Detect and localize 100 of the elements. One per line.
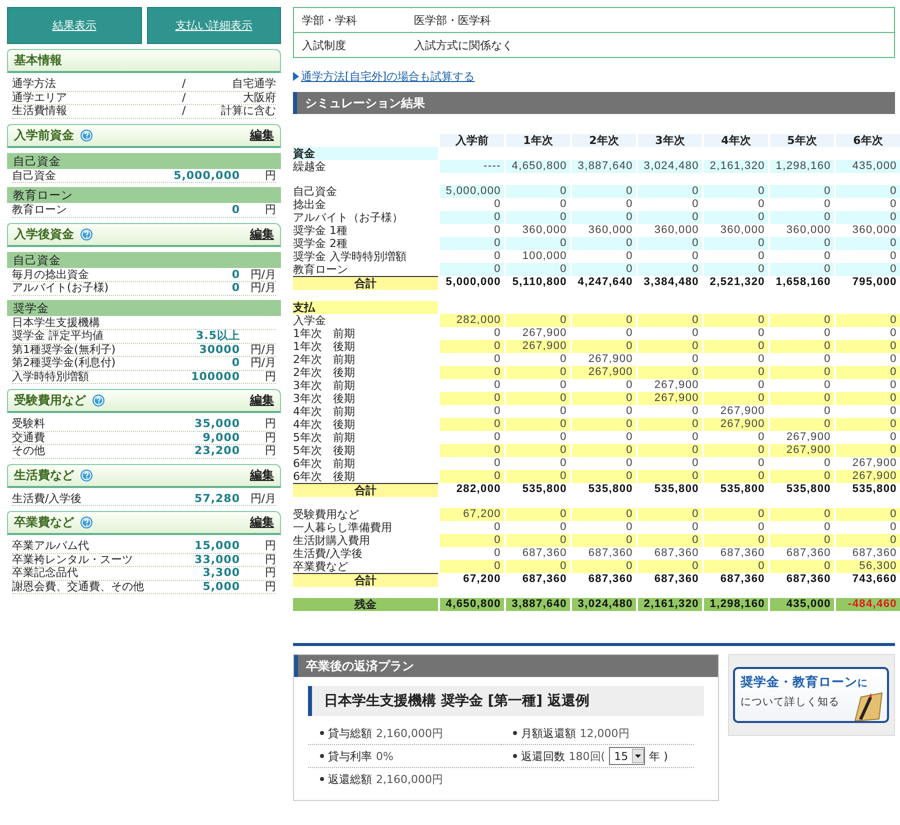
total-label: 合計 (293, 573, 438, 587)
help-icon[interactable] (80, 128, 93, 142)
row-label: 4年次 前期 (293, 405, 356, 418)
table-cell: 3,887,640 (572, 160, 636, 173)
bullet-icon (512, 731, 517, 735)
table-cell: 267,900 (836, 470, 900, 483)
table-cell-text: 0 (559, 353, 568, 366)
row-label: 入学金 (293, 314, 327, 327)
alt-calc-link[interactable]: 通学方法[自宅外]の場合も試算する (301, 69, 475, 84)
table-cell: 0 (572, 263, 636, 276)
total-cell-text: 3,384,480 (642, 276, 700, 290)
table-cell-text: 0 (757, 198, 766, 211)
edit-link[interactable]: 編集 (250, 514, 274, 531)
table-cell-text: 0 (757, 353, 766, 366)
table-cell: 0 (704, 314, 768, 327)
unit-label: 円/月 (250, 268, 276, 280)
edit-link[interactable]: 編集 (250, 226, 274, 242)
unit-label: 円 (265, 552, 276, 566)
row-label: 1年次 前期 (293, 327, 356, 340)
table-cell: 1,298,160 (770, 160, 834, 173)
balance-cell: 4,650,800 (440, 598, 504, 611)
total-cell-text: 535,800 (653, 483, 700, 497)
table-cell: 0 (506, 560, 570, 573)
table-cell: 0 (770, 470, 834, 483)
help-icon[interactable] (92, 394, 105, 407)
result-button[interactable]: 結果表示 (7, 7, 142, 44)
table-cell-text: 0 (889, 521, 898, 534)
help-icon[interactable] (80, 516, 93, 529)
subheading: 自己資金 (7, 252, 281, 268)
item-value: 57,280 (194, 492, 240, 504)
table-cell-text: 360,000 (521, 224, 568, 237)
table-cell-text: 0 (823, 457, 832, 470)
table-cell: 4,650,800 (506, 160, 570, 173)
plan-value: 0% (376, 750, 394, 762)
item-value: 3.5以上 (196, 329, 240, 342)
row-label: 生活費/入学後 (293, 547, 364, 560)
row-label: 卒業費など (293, 560, 349, 573)
table-cell: 0 (836, 366, 900, 379)
table-cell-text: 0 (823, 353, 832, 366)
row-label: 6年次 前期 (293, 457, 356, 470)
unit-label: 円/月 (250, 492, 276, 504)
table-cell-text: 0 (823, 379, 832, 392)
table-cell: 0 (638, 340, 702, 353)
item-label: 奨学金 評定平均値 (12, 330, 104, 342)
years-select[interactable]: 15 (609, 747, 646, 765)
table-cell: 0 (836, 534, 900, 547)
dropdown-icon (632, 749, 644, 763)
table-cell-text: 0 (493, 198, 502, 211)
help-icon[interactable] (80, 228, 93, 240)
row-label: 5年次 前期 (293, 431, 356, 444)
result-button[interactable]: 支払い詳細表示 (146, 7, 281, 44)
table-cell: 0 (704, 560, 768, 573)
row-label: 3年次 前期 (293, 379, 356, 392)
edit-link[interactable]: 編集 (250, 392, 274, 409)
unit-label: 円 (265, 370, 276, 382)
column-header: 入学前 (440, 134, 504, 147)
table-cell: 0 (770, 185, 834, 198)
table-cell: 0 (770, 418, 834, 431)
table-cell: 0 (506, 470, 570, 483)
table-cell: 0 (704, 444, 768, 457)
total-cell-text: 743,660 (851, 573, 898, 587)
table-cell-text: 0 (691, 457, 700, 470)
total-cell-text: 5,000,000 (444, 276, 502, 290)
help-icon[interactable] (80, 468, 93, 482)
table-cell: 0 (572, 237, 636, 250)
table-cell: 0 (506, 314, 570, 327)
unit-label: 円 (265, 580, 276, 592)
table-cell-text: 687,360 (785, 547, 832, 560)
table-cell-text: 0 (493, 379, 502, 392)
table-cell: 0 (440, 340, 504, 353)
table-cell: 3,024,480 (638, 160, 702, 173)
table-cell-text: 360,000 (653, 224, 700, 237)
unit-label: 円 (265, 566, 276, 579)
plan-value: 180回( (568, 748, 606, 764)
table-cell: 2,161,320 (704, 160, 768, 173)
row-label: 教育ローン (293, 263, 349, 276)
edit-link[interactable]: 編集 (250, 126, 274, 144)
edit-link[interactable]: 編集 (250, 466, 274, 484)
table-cell: 0 (440, 470, 504, 483)
balance-cell: 2,161,320 (638, 598, 702, 611)
section-title: 受験費用など (14, 392, 86, 409)
table-cell: 0 (770, 534, 834, 547)
table-cell: 0 (638, 560, 702, 573)
bullet-icon (320, 731, 324, 735)
table-cell: 267,900 (770, 444, 834, 457)
item-label: 第2種奨学金(利息付) (12, 357, 117, 370)
table-cell: 0 (638, 470, 702, 483)
table-cell-text: 267,900 (587, 353, 634, 366)
table-cell-text: 0 (559, 431, 568, 444)
info-banner[interactable]: 奨学金・教育ローンに について詳しく知る (733, 667, 890, 723)
table-cell-text: 0 (625, 327, 634, 340)
total-cell-text: 282,000 (455, 483, 502, 497)
table-cell-text: 0 (625, 198, 634, 211)
table-cell: 0 (506, 237, 570, 250)
balance-cell: 1,298,160 (704, 598, 768, 611)
table-cell-text: 0 (691, 405, 700, 418)
plan-label: 返還総額 (328, 772, 372, 786)
table-cell: 0 (506, 263, 570, 276)
table-cell: 0 (704, 508, 768, 521)
balance-cell: -484,460 (836, 598, 900, 611)
